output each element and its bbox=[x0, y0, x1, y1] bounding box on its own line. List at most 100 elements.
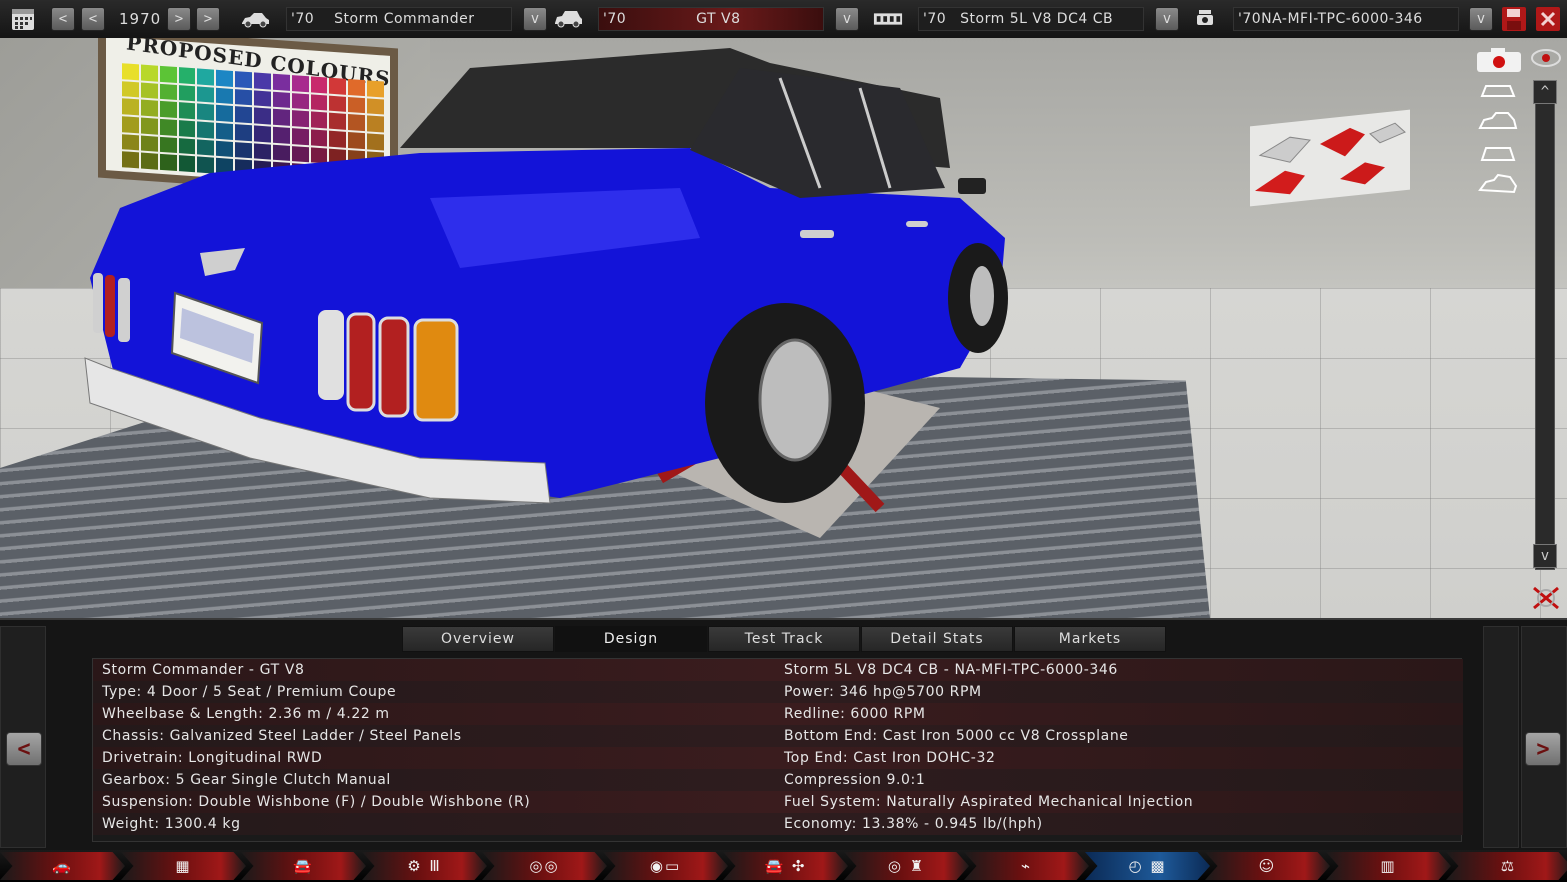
right-inner-column bbox=[1483, 626, 1519, 848]
step-balance-icon[interactable]: ⚖ bbox=[1446, 852, 1567, 880]
model-select[interactable]: '70 Storm Commander bbox=[286, 7, 512, 31]
year-decrease-10-button[interactable]: < bbox=[51, 7, 75, 31]
save-icon[interactable] bbox=[1500, 6, 1528, 32]
engine-variant-icon bbox=[1190, 6, 1220, 32]
step-wheels-icon[interactable]: ◎◎ bbox=[482, 852, 607, 880]
zoom-scrollbar[interactable] bbox=[1535, 80, 1555, 570]
step-car-icon[interactable]: 🚗 bbox=[0, 852, 125, 880]
table-row: Gearbox: 5 Gear Single Clutch Manual Com… bbox=[93, 769, 1463, 791]
body-design-icon: 🚘 ✣ bbox=[764, 857, 807, 875]
step-car-body-icon[interactable]: 🚘 bbox=[241, 852, 366, 880]
car-gearbox: Gearbox: 5 Gear Single Clutch Manual bbox=[102, 772, 391, 788]
engine-economy: Economy: 13.38% - 0.945 lb/(hph) bbox=[784, 816, 1043, 832]
step-suspension-icon[interactable]: ⌁ bbox=[964, 852, 1089, 880]
step-engine-icon[interactable]: ◉▭ bbox=[603, 852, 728, 880]
engine-block-icon bbox=[873, 6, 903, 32]
model-name: Storm Commander bbox=[334, 11, 475, 27]
engine-redline: Redline: 6000 RPM bbox=[784, 706, 926, 722]
model-year: '70 bbox=[291, 11, 315, 27]
car-drivetrain: Drivetrain: Longitudinal RWD bbox=[102, 750, 323, 766]
front-door-handle bbox=[906, 221, 928, 227]
year-value: 1970 bbox=[119, 10, 162, 28]
table-row: Weight: 1300.4 kg Economy: 13.38% - 0.94… bbox=[93, 813, 1463, 835]
next-page-button[interactable]: > bbox=[1525, 732, 1561, 766]
garage-3d-view[interactable]: PROPOSED COLOURS ^ v bbox=[0, 38, 1567, 618]
step-engineering-icon[interactable]: ☺ bbox=[1205, 852, 1330, 880]
tab-overview[interactable]: Overview bbox=[402, 626, 554, 652]
step-body-design-icon[interactable]: 🚘 ✣ bbox=[723, 852, 848, 880]
zoom-down-button[interactable]: v bbox=[1533, 544, 1557, 568]
table-row: Drivetrain: Longitudinal RWD Top End: Ca… bbox=[93, 747, 1463, 769]
taillights-left bbox=[93, 273, 130, 342]
tab-detail-stats[interactable]: Detail Stats bbox=[861, 626, 1013, 652]
tab-design[interactable]: Design bbox=[555, 626, 707, 652]
engine-dropdown-button[interactable]: v bbox=[1155, 7, 1179, 31]
test-drive-icon: ◴ ▩ bbox=[1128, 857, 1167, 875]
suspension-icon: ⌁ bbox=[1020, 857, 1033, 875]
engineering-icon: ☺ bbox=[1258, 857, 1277, 875]
year-increase-button[interactable]: > bbox=[167, 7, 191, 31]
trim-year: '70 bbox=[603, 11, 627, 27]
engine-name: Storm 5L V8 DC4 CB bbox=[960, 11, 1114, 27]
rear-door-handle bbox=[800, 230, 834, 238]
calendar-icon[interactable] bbox=[8, 6, 38, 32]
trim-dropdown-button[interactable]: v bbox=[835, 7, 859, 31]
car-body-icon: 🚘 bbox=[293, 857, 314, 875]
concept-sketch-panel bbox=[1250, 109, 1410, 207]
table-row: Chassis: Galvanized Steel Ladder / Steel… bbox=[93, 725, 1463, 747]
step-interior-icon[interactable]: ◎ ♜ bbox=[844, 852, 969, 880]
trim-select[interactable]: '70 GT V8 bbox=[598, 7, 824, 31]
summary-table: Storm Commander - GT V8 Storm 5L V8 DC4 … bbox=[92, 658, 1463, 842]
design-steps-nav: 🚗 ▦ 🚘 ⚙ Ⅲ ◎◎ ◉▭ 🚘 ✣ ◎ ♜ ⌁ ◴ ▩ ☺ ▥ ⚖ bbox=[0, 850, 1567, 882]
car-weight: Weight: 1300.4 kg bbox=[102, 816, 241, 832]
view-front-icon[interactable] bbox=[1478, 78, 1518, 106]
car-model[interactable] bbox=[0, 38, 1200, 618]
trim-car-icon bbox=[553, 6, 583, 32]
eye-icon[interactable] bbox=[1530, 48, 1562, 72]
tab-markets[interactable]: Markets bbox=[1014, 626, 1166, 652]
summary-tabs: Overview Design Test Track Detail Stats … bbox=[402, 626, 1167, 652]
step-test-drive-icon[interactable]: ◴ ▩ bbox=[1085, 852, 1210, 880]
gearbox-icon: ⚙ Ⅲ bbox=[407, 857, 442, 875]
trim-name: GT V8 bbox=[696, 11, 741, 27]
step-factory-icon[interactable]: ▥ bbox=[1326, 852, 1451, 880]
close-icon[interactable] bbox=[1533, 6, 1563, 32]
engine-title: Storm 5L V8 DC4 CB - NA-MFI-TPC-6000-346 bbox=[784, 662, 1118, 678]
car-type: Type: 4 Door / 5 Seat / Premium Coupe bbox=[102, 684, 397, 700]
engine-select[interactable]: '70 Storm 5L V8 DC4 CB bbox=[918, 7, 1144, 31]
table-row: Storm Commander - GT V8 Storm 5L V8 DC4 … bbox=[93, 659, 1463, 681]
car-suspension: Suspension: Double Wishbone (F) / Double… bbox=[102, 794, 531, 810]
reset-view-icon[interactable] bbox=[1530, 584, 1562, 616]
factory-icon: ▥ bbox=[1380, 857, 1397, 875]
year-increase-10-button[interactable]: > bbox=[196, 7, 220, 31]
side-mirror bbox=[958, 178, 986, 194]
table-row: Type: 4 Door / 5 Seat / Premium Coupe Po… bbox=[93, 681, 1463, 703]
variant-name: '70NA-MFI-TPC-6000-346 bbox=[1238, 11, 1423, 27]
table-row: Suspension: Double Wishbone (F) / Double… bbox=[93, 791, 1463, 813]
car-summary-panel: Overview Design Test Track Detail Stats … bbox=[0, 618, 1567, 850]
view-angle-icon[interactable] bbox=[1478, 172, 1518, 200]
engine-fuel-system: Fuel System: Naturally Aspirated Mechani… bbox=[784, 794, 1194, 810]
engine-year: '70 bbox=[923, 11, 947, 27]
step-gearbox-icon[interactable]: ⚙ Ⅲ bbox=[362, 852, 487, 880]
engine-bottom-end: Bottom End: Cast Iron 5000 cc V8 Crosspl… bbox=[784, 728, 1129, 744]
camera-icon[interactable] bbox=[1475, 46, 1523, 78]
rear-hubcap bbox=[758, 338, 832, 462]
year-decrease-button[interactable]: < bbox=[81, 7, 105, 31]
car-chassis: Chassis: Galvanized Steel Ladder / Steel… bbox=[102, 728, 462, 744]
chassis-icon: ▦ bbox=[175, 857, 192, 875]
top-bar: < < 1970 > > '70 Storm Commander v '70 G… bbox=[0, 0, 1567, 38]
tab-test-track[interactable]: Test Track bbox=[708, 626, 860, 652]
table-row: Wheelbase & Length: 2.36 m / 4.22 m Redl… bbox=[93, 703, 1463, 725]
step-chassis-icon[interactable]: ▦ bbox=[121, 852, 246, 880]
zoom-up-button[interactable]: ^ bbox=[1533, 80, 1557, 104]
variant-select[interactable]: '70NA-MFI-TPC-6000-346 bbox=[1233, 7, 1459, 31]
variant-dropdown-button[interactable]: v bbox=[1469, 7, 1493, 31]
view-rear-icon[interactable] bbox=[1478, 142, 1518, 170]
view-side-icon[interactable] bbox=[1478, 110, 1518, 138]
model-dropdown-button[interactable]: v bbox=[523, 7, 547, 31]
engine-top-end: Top End: Cast Iron DOHC-32 bbox=[784, 750, 996, 766]
previous-page-button[interactable]: < bbox=[6, 732, 42, 766]
car-wheelbase: Wheelbase & Length: 2.36 m / 4.22 m bbox=[102, 706, 390, 722]
balance-icon: ⚖ bbox=[1500, 857, 1517, 875]
